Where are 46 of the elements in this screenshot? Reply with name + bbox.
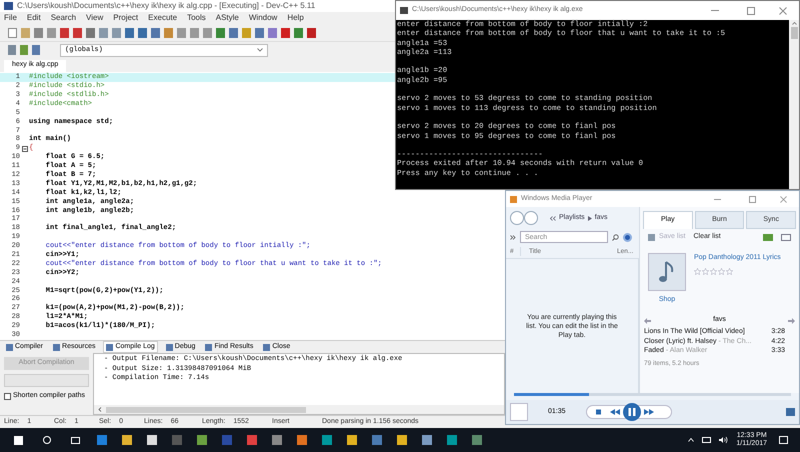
close-icon[interactable] (780, 196, 787, 202)
menu-item[interactable]: Help (287, 12, 304, 24)
scroll-left-icon[interactable] (98, 407, 102, 412)
scrollbar-thumb[interactable] (106, 406, 306, 412)
task-view-icon[interactable] (71, 436, 80, 444)
star-icon[interactable] (718, 268, 725, 274)
menu-item[interactable]: Window (248, 12, 278, 24)
speaker-icon[interactable] (719, 436, 728, 444)
seek-bar[interactable] (514, 393, 791, 396)
menu-item[interactable]: Project (113, 12, 138, 24)
menu-item[interactable]: Edit (26, 12, 41, 24)
back-icon[interactable] (510, 211, 524, 225)
close-icon[interactable] (779, 6, 787, 14)
arrow-right-icon[interactable] (788, 318, 795, 324)
star-icon[interactable] (710, 268, 717, 274)
menu-item[interactable]: AStyle (216, 12, 239, 24)
expand-icon[interactable] (510, 234, 516, 240)
scrollbar-thumb[interactable] (790, 27, 798, 39)
minimize-icon[interactable] (714, 198, 721, 200)
arrow-left-icon[interactable] (644, 318, 651, 324)
caret-icon (257, 48, 263, 52)
app-icon (4, 2, 13, 10)
window-title: C:\Users\koush\Documents\c++\hexy ik\hexy ik alg.cpp - [Executing] - Dev-C++ 5.11 (17, 0, 316, 12)
menu-item[interactable]: File (4, 12, 17, 24)
menu-item[interactable]: Tools (187, 12, 206, 24)
menu-item[interactable]: View (86, 12, 104, 24)
start-icon[interactable] (14, 436, 23, 444)
forward-icon[interactable] (524, 211, 538, 225)
star-icon[interactable] (726, 268, 733, 274)
console-icon (400, 7, 408, 14)
triangle-icon (588, 216, 592, 220)
double-chevron-icon (550, 216, 556, 220)
vertical-scrollbar[interactable] (789, 20, 799, 189)
star-icon[interactable] (702, 268, 709, 274)
menu-item[interactable]: Search (50, 12, 76, 24)
horizontal-scrollbar[interactable] (94, 405, 504, 414)
media-player-icon (510, 196, 517, 202)
album-art-icon (648, 253, 686, 291)
maximize-icon[interactable] (747, 6, 755, 14)
star-icon[interactable] (694, 268, 701, 274)
menu-item[interactable]: Execute (148, 12, 178, 24)
search-icon[interactable] (612, 234, 619, 240)
playback-controls-drawing[interactable] (586, 402, 672, 422)
scroll-up-icon[interactable] (792, 22, 796, 25)
tray-chevron-icon[interactable] (688, 438, 694, 442)
maximize-icon[interactable] (749, 196, 756, 202)
